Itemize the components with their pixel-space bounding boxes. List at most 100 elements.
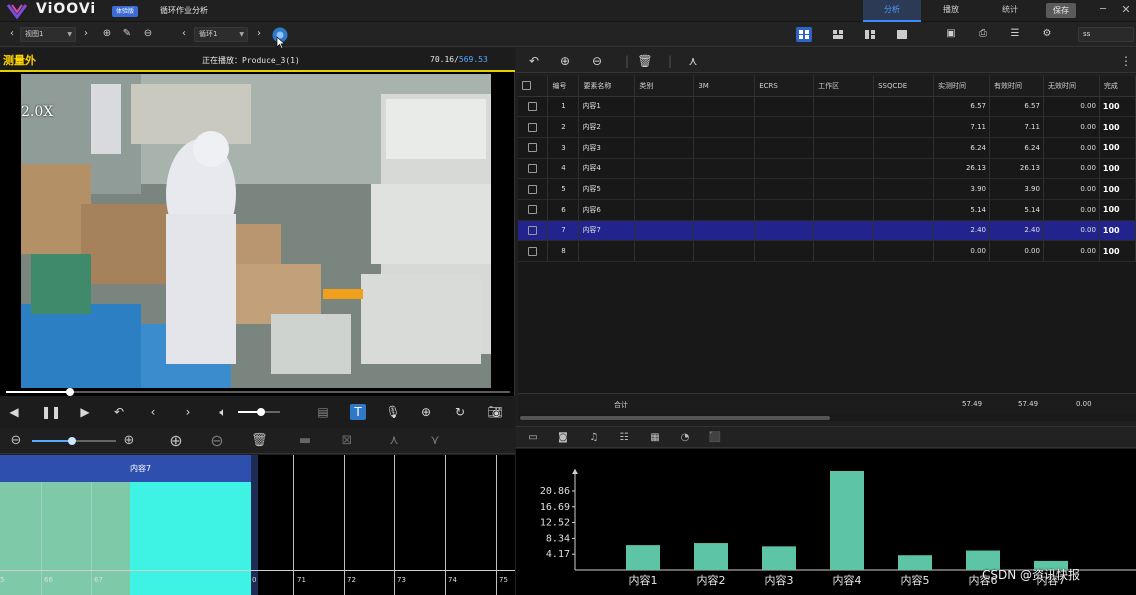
zoom-in-icon[interactable]: ⊕ (121, 433, 137, 449)
pie-chart-icon[interactable]: ◔ (678, 431, 692, 445)
cell-workarea[interactable] (813, 240, 875, 262)
add-row-icon[interactable]: ⊕ (557, 53, 573, 69)
view-select[interactable]: 视图1 ▼ (20, 27, 76, 42)
camera-icon[interactable]: 📷︎ (487, 404, 503, 420)
comment-icon[interactable]: ▭ (526, 431, 540, 445)
column-header[interactable]: 3M (693, 76, 756, 97)
cell-ecrs[interactable] (754, 116, 815, 138)
cell-measured[interactable]: 0.00 (933, 240, 991, 262)
cell-completion[interactable]: 100 (1099, 178, 1136, 200)
table-row[interactable]: 1 内容1 6.57 6.57 0.00 100 (518, 96, 1136, 118)
table-row[interactable]: 4 内容4 26.13 26.13 0.00 100 (518, 158, 1136, 180)
split-person-icon[interactable]: ⋏ (685, 53, 701, 69)
settings-icon[interactable]: ⚙ (1040, 28, 1054, 40)
volume-slider[interactable] (238, 408, 280, 416)
timeline-track[interactable]: 内容7 5 66 67 0 71 72 73 74 75 (0, 455, 515, 595)
cell-category[interactable] (634, 96, 695, 118)
cell-completion[interactable]: 100 (1099, 158, 1136, 180)
segment-previous[interactable] (0, 482, 130, 595)
cell-no[interactable]: 7 (547, 220, 580, 242)
cell-name[interactable]: 内容6 (578, 199, 636, 221)
video-frame[interactable]: 2.0X (21, 74, 491, 388)
cell-effective[interactable]: 2.40 (989, 220, 1044, 242)
cell-3m[interactable] (693, 158, 756, 180)
cell-3m[interactable] (693, 96, 756, 118)
cell-completion[interactable]: 100 (1099, 199, 1136, 221)
remove-segment-icon[interactable]: ⊖ (209, 433, 225, 449)
volume-thumb[interactable] (257, 408, 266, 416)
checkbox[interactable] (528, 122, 538, 132)
checkbox[interactable] (528, 184, 538, 194)
scrollbar-thumb[interactable] (520, 416, 830, 420)
cell-category[interactable] (634, 220, 695, 242)
cell-no[interactable]: 1 (547, 96, 580, 118)
checkbox[interactable] (528, 101, 538, 111)
header-select-all[interactable] (518, 76, 549, 97)
cell-name[interactable] (578, 240, 636, 262)
remove-icon[interactable]: ⊖ (142, 28, 154, 40)
refresh-icon[interactable]: ↻ (452, 404, 468, 420)
table-row[interactable]: 3 内容3 6.24 6.24 0.00 100 (518, 137, 1136, 159)
cell-select[interactable] (518, 137, 549, 159)
chevron-right-icon[interactable]: › (80, 28, 92, 40)
cell-select[interactable] (518, 199, 549, 221)
cell-measured[interactable]: 3.90 (933, 178, 991, 200)
cell-workarea[interactable] (813, 96, 875, 118)
volume-icon[interactable]: 🔈︎ (215, 404, 231, 420)
close-icon[interactable]: ✕ (1120, 3, 1132, 17)
progress-thumb[interactable] (66, 388, 74, 396)
remove-row-icon[interactable]: ⊖ (589, 53, 605, 69)
cell-name[interactable]: 内容1 (578, 96, 636, 118)
cycle-select[interactable]: 循环1 ▼ (194, 27, 248, 42)
bar-chart-icon[interactable]: ▦ (648, 431, 662, 445)
checkbox[interactable] (528, 205, 538, 215)
cell-invalid[interactable]: 0.00 (1043, 137, 1100, 159)
cell-3m[interactable] (693, 199, 756, 221)
cell-category[interactable] (634, 178, 695, 200)
cell-ecrs[interactable] (754, 137, 815, 159)
cell-measured[interactable]: 5.14 (933, 199, 991, 221)
cell-workarea[interactable] (813, 178, 875, 200)
cell-3m[interactable] (693, 116, 756, 138)
chevron-left-icon[interactable]: ‹ (6, 28, 18, 40)
cell-no[interactable]: 8 (547, 240, 580, 262)
column-header[interactable]: 工作区 (813, 76, 875, 97)
cell-3m[interactable] (693, 240, 756, 262)
cell-category[interactable] (634, 158, 695, 180)
cell-ssqcde[interactable] (873, 178, 935, 200)
cell-measured[interactable]: 26.13 (933, 158, 991, 180)
video-icon[interactable]: ▣ (944, 28, 958, 40)
cell-no[interactable]: 2 (547, 116, 580, 138)
cell-effective[interactable]: 3.90 (989, 178, 1044, 200)
checkbox[interactable] (528, 143, 538, 153)
camera-icon[interactable]: ◙ (556, 431, 570, 445)
cell-ssqcde[interactable] (873, 158, 935, 180)
cell-name[interactable]: 内容5 (578, 178, 636, 200)
table-row[interactable]: 6 内容6 5.14 5.14 0.00 100 (518, 199, 1136, 221)
chevron-right-icon[interactable]: › (253, 28, 265, 40)
column-header[interactable]: 实测时间 (933, 76, 991, 97)
cell-3m[interactable] (693, 137, 756, 159)
equalizer-icon[interactable]: ☷ (617, 431, 631, 445)
merge-icon[interactable]: ⋎ (427, 433, 443, 449)
zoom-thumb[interactable] (68, 437, 77, 445)
add-icon[interactable]: ⊕ (101, 28, 113, 40)
cell-ssqcde[interactable] (873, 116, 935, 138)
delete-icon[interactable]: 🗑︎ (637, 53, 653, 69)
add-mark-icon[interactable]: ⊕ (418, 404, 434, 420)
pause-icon[interactable]: ❚❚ (41, 404, 61, 420)
cell-completion[interactable]: 100 (1099, 137, 1136, 159)
video-progress-slider[interactable] (6, 388, 510, 396)
tab-playback[interactable]: 播放 (922, 0, 980, 22)
cell-select[interactable] (518, 96, 549, 118)
add-segment-icon[interactable]: ⊕ (168, 433, 184, 449)
cell-ecrs[interactable] (754, 220, 815, 242)
cell-measured[interactable]: 7.11 (933, 116, 991, 138)
cell-workarea[interactable] (813, 220, 875, 242)
cell-effective[interactable]: 0.00 (989, 240, 1044, 262)
export-icon[interactable]: ⬛ (708, 431, 722, 445)
cell-ssqcde[interactable] (873, 240, 935, 262)
segment-end-marker[interactable] (251, 455, 258, 595)
column-header[interactable]: ECRS (754, 76, 815, 97)
layout-grid-icon[interactable] (796, 27, 812, 42)
